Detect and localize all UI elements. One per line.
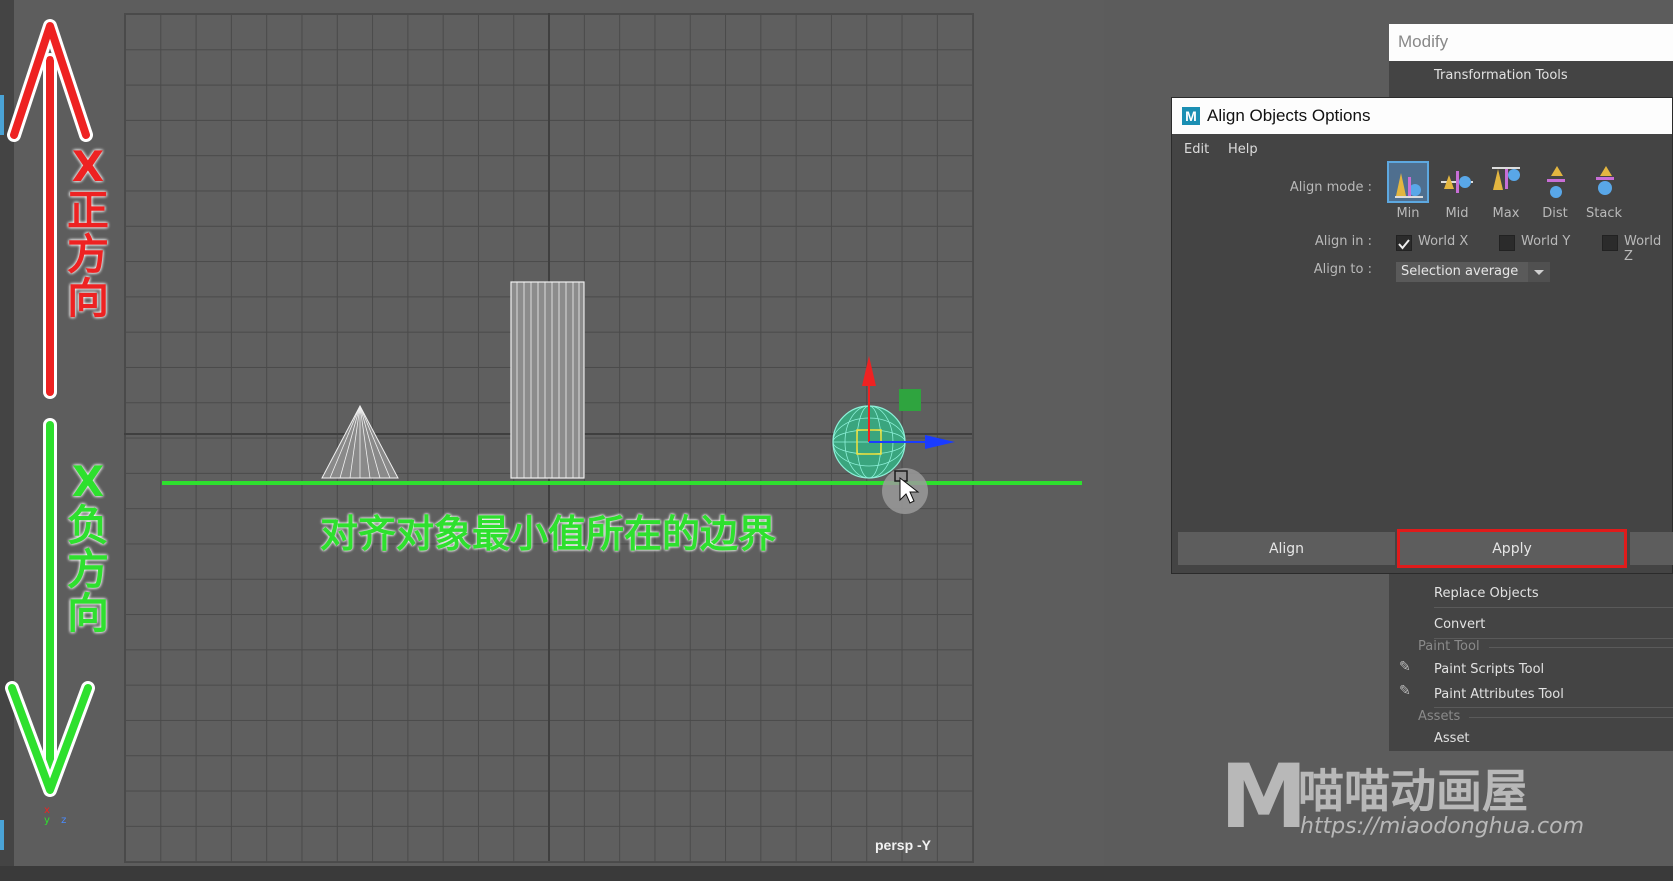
align-mode-dist-button[interactable]: Dist — [1532, 162, 1578, 224]
paint-brush-icon: ✎ — [1399, 659, 1411, 675]
apply-button[interactable]: Apply — [1400, 532, 1624, 565]
align-in-label: Align in : — [1314, 234, 1372, 249]
align-max-icon — [1486, 162, 1526, 202]
menu-item-paint-attributes-tool[interactable]: Paint Attributes Tool — [1434, 687, 1564, 702]
watermark: M 喵喵动画屋 https://miaodonghua.com — [1220, 745, 1640, 848]
menu-item-paint-scripts-tool[interactable]: Paint Scripts Tool — [1434, 662, 1544, 677]
dialog-title: Align Objects Options — [1207, 106, 1371, 125]
checkmark-icon — [1398, 239, 1410, 250]
annotation-char: X — [71, 142, 105, 191]
dialog-titlebar[interactable]: M Align Objects Options — [1172, 98, 1672, 134]
axis-z-label: z — [61, 815, 67, 826]
annotation-char: X — [71, 457, 105, 506]
annotation-char: 方 — [66, 545, 109, 594]
align-min-icon — [1387, 161, 1429, 203]
menu-edit[interactable]: Edit — [1184, 142, 1209, 157]
watermark-logo: M 喵喵动画屋 https://miaodonghua.com — [1220, 745, 1584, 848]
mode-label-stack: Stack — [1586, 206, 1622, 221]
align-stack-icon — [1584, 162, 1624, 202]
caption-annotation: 对齐对象最小值所在的边界 — [320, 512, 777, 556]
align-mode-min-button[interactable]: Min — [1385, 161, 1431, 224]
svg-text:https://miaodonghua.com: https://miaodonghua.com — [1300, 814, 1584, 839]
world-y-checkbox[interactable] — [1499, 235, 1515, 251]
axis-y-label: y — [44, 815, 50, 826]
world-x-label: World X — [1418, 234, 1469, 249]
section-assets: Assets — [1418, 709, 1461, 724]
paint-brush-icon: ✎ — [1399, 683, 1411, 699]
menu-item-asset[interactable]: Asset — [1434, 731, 1470, 746]
mode-label-min: Min — [1396, 206, 1420, 221]
world-x-checkbox[interactable] — [1396, 235, 1412, 251]
align-to-value: Selection average — [1401, 264, 1519, 279]
close-button-partial[interactable] — [1630, 532, 1673, 565]
chevron-down-icon — [1528, 262, 1550, 282]
align-mode-stack-button[interactable]: Stack — [1581, 162, 1627, 224]
menu-separator — [1434, 707, 1673, 708]
align-objects-options-dialog: M Align Objects Options Edit Help Align … — [1171, 97, 1673, 574]
annotation-char: 正 — [66, 186, 109, 235]
x-positive-annotation: X 正 方 向 — [66, 145, 110, 321]
scene-objects — [5, 19, 1082, 797]
align-mode-mid-button[interactable]: Mid — [1434, 162, 1480, 224]
annotation-char: 负 — [66, 501, 109, 550]
menu-item-convert[interactable]: Convert — [1434, 617, 1485, 632]
mode-label-max: Max — [1492, 206, 1520, 221]
menu-help[interactable]: Help — [1228, 142, 1258, 157]
menu-separator — [1489, 647, 1673, 648]
align-mode-max-button[interactable]: Max — [1483, 162, 1529, 224]
menu-separator — [1434, 607, 1673, 608]
modify-menu-header[interactable]: Modify — [1389, 24, 1673, 61]
camera-label: persp -Y — [875, 837, 932, 853]
align-dist-icon — [1535, 162, 1575, 202]
align-button[interactable]: Align — [1178, 532, 1395, 565]
world-z-label: World Z — [1624, 234, 1662, 264]
status-bar — [0, 866, 1673, 881]
world-z-checkbox[interactable] — [1602, 235, 1618, 251]
menu-separator — [1469, 717, 1673, 718]
svg-text:M: M — [1220, 757, 1308, 847]
x-negative-annotation: X 负 方 向 — [66, 460, 110, 636]
align-to-dropdown[interactable]: Selection average — [1396, 262, 1550, 282]
menu-item-transformation-tools[interactable]: Transformation Tools — [1434, 68, 1568, 83]
section-paint-tool: Paint Tool — [1418, 639, 1480, 654]
align-to-label: Align to : — [1313, 262, 1372, 277]
world-y-label: World Y — [1521, 234, 1571, 249]
mode-label-mid: Mid — [1445, 206, 1469, 221]
cylinder-object — [510, 281, 585, 479]
mode-label-dist: Dist — [1542, 206, 1568, 221]
cone-object — [321, 404, 399, 479]
annotation-char: 向 — [66, 589, 109, 638]
align-mode-label: Align mode : — [1289, 180, 1372, 195]
annotation-char: 向 — [66, 274, 109, 323]
svg-text:喵喵动画屋: 喵喵动画屋 — [1298, 764, 1528, 818]
annotation-char: 方 — [66, 230, 109, 279]
modify-menu-title: Modify — [1398, 32, 1449, 51]
maya-logo-icon: M — [1182, 107, 1200, 125]
view-axis-indicator: x y z — [44, 806, 66, 826]
align-mid-icon — [1437, 162, 1477, 202]
menu-item-replace-objects[interactable]: Replace Objects — [1434, 586, 1539, 601]
